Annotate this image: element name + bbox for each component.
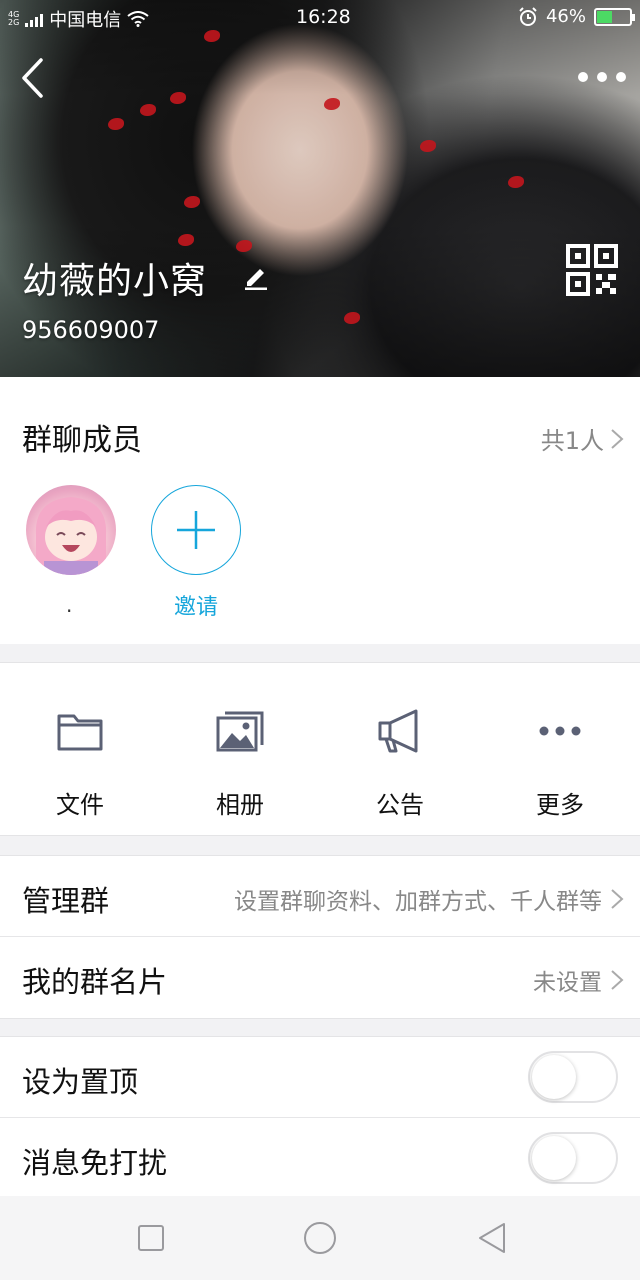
pin-row: 设为置顶 xyxy=(0,1037,640,1118)
shortcut-files[interactable]: 文件 xyxy=(0,663,160,835)
shortcut-label: 相册 xyxy=(216,791,264,819)
back-icon xyxy=(22,58,43,98)
recent-apps-button[interactable] xyxy=(129,1216,173,1260)
home-button[interactable] xyxy=(298,1216,342,1260)
chevron-right-icon xyxy=(611,889,624,909)
signal-icon xyxy=(25,11,44,27)
more-icon xyxy=(578,72,588,82)
mute-row: 消息免打扰 xyxy=(0,1118,640,1199)
shortcut-label: 公告 xyxy=(376,791,424,819)
status-time: 16:28 xyxy=(296,6,351,28)
manage-group-value: 设置群聊资料、加群方式、千人群等 xyxy=(234,889,602,915)
pin-toggle[interactable] xyxy=(528,1051,618,1103)
more-dots-icon xyxy=(539,726,581,736)
folder-icon xyxy=(57,714,103,751)
edit-icon[interactable] xyxy=(242,262,270,290)
shortcut-more[interactable]: 更多 xyxy=(480,663,640,835)
settings-list: 管理群 设置群聊资料、加群方式、千人群等 我的群名片 未设置 xyxy=(0,855,640,1019)
mute-label: 消息免打扰 xyxy=(22,1146,168,1180)
wifi-icon xyxy=(127,11,149,27)
more-options-button[interactable] xyxy=(578,64,626,90)
shortcut-label: 文件 xyxy=(56,791,104,819)
toggle-list: 设为置顶 消息免打扰 xyxy=(0,1036,640,1200)
shortcut-label: 更多 xyxy=(536,791,584,819)
mute-toggle[interactable] xyxy=(528,1132,618,1184)
status-bar: 4G 2G 中国电信 16:28 46% xyxy=(0,0,640,34)
shortcut-bar: 文件 相册 公告 更多 xyxy=(0,662,640,836)
alarm-icon xyxy=(519,6,537,26)
invite-button[interactable] xyxy=(151,485,241,575)
anime-avatar-image xyxy=(35,497,107,575)
network-type-icon: 4G 2G xyxy=(8,10,20,27)
group-cover-photo: 4G 2G 中国电信 16:28 46% 幼薇的小窝 956609007 xyxy=(0,0,640,377)
back-nav-button[interactable] xyxy=(470,1216,514,1260)
battery-percent: 46% xyxy=(545,6,586,27)
group-name: 幼薇的小窝 xyxy=(22,261,208,302)
members-section: 群聊成员 共1人 . 邀请 xyxy=(0,377,640,644)
chevron-right-icon xyxy=(611,970,624,990)
qr-code-icon[interactable] xyxy=(566,244,618,296)
group-card-row[interactable]: 我的群名片 未设置 xyxy=(0,937,640,1018)
member-avatar[interactable] xyxy=(26,485,116,575)
back-button[interactable] xyxy=(12,54,52,102)
shortcut-announcement[interactable]: 公告 xyxy=(320,663,480,835)
member-name: . xyxy=(66,593,73,617)
square-icon xyxy=(138,1225,164,1251)
carrier-name: 中国电信 xyxy=(49,10,122,31)
member-count-link[interactable]: 共1人 xyxy=(541,421,624,456)
group-id: 956609007 xyxy=(22,316,160,344)
circle-icon xyxy=(304,1222,336,1254)
manage-group-label: 管理群 xyxy=(22,884,110,918)
group-card-value: 未设置 xyxy=(533,970,602,996)
megaphone-icon xyxy=(378,709,418,753)
album-icon xyxy=(216,711,264,752)
plus-icon xyxy=(177,511,215,549)
invite-label: 邀请 xyxy=(174,595,219,620)
battery-icon xyxy=(594,7,635,26)
system-nav-bar xyxy=(0,1196,640,1280)
triangle-back-icon xyxy=(479,1223,505,1253)
chevron-right-icon xyxy=(611,428,624,449)
group-profile-screen: 4G 2G 中国电信 16:28 46% 幼薇的小窝 956609007 群聊成… xyxy=(0,0,640,1280)
members-title: 群聊成员 xyxy=(22,423,142,458)
group-card-label: 我的群名片 xyxy=(22,965,168,999)
pin-label: 设为置顶 xyxy=(22,1065,139,1099)
member-count: 共1人 xyxy=(540,427,604,455)
shortcut-album[interactable]: 相册 xyxy=(160,663,320,835)
manage-group-row[interactable]: 管理群 设置群聊资料、加群方式、千人群等 xyxy=(0,856,640,937)
